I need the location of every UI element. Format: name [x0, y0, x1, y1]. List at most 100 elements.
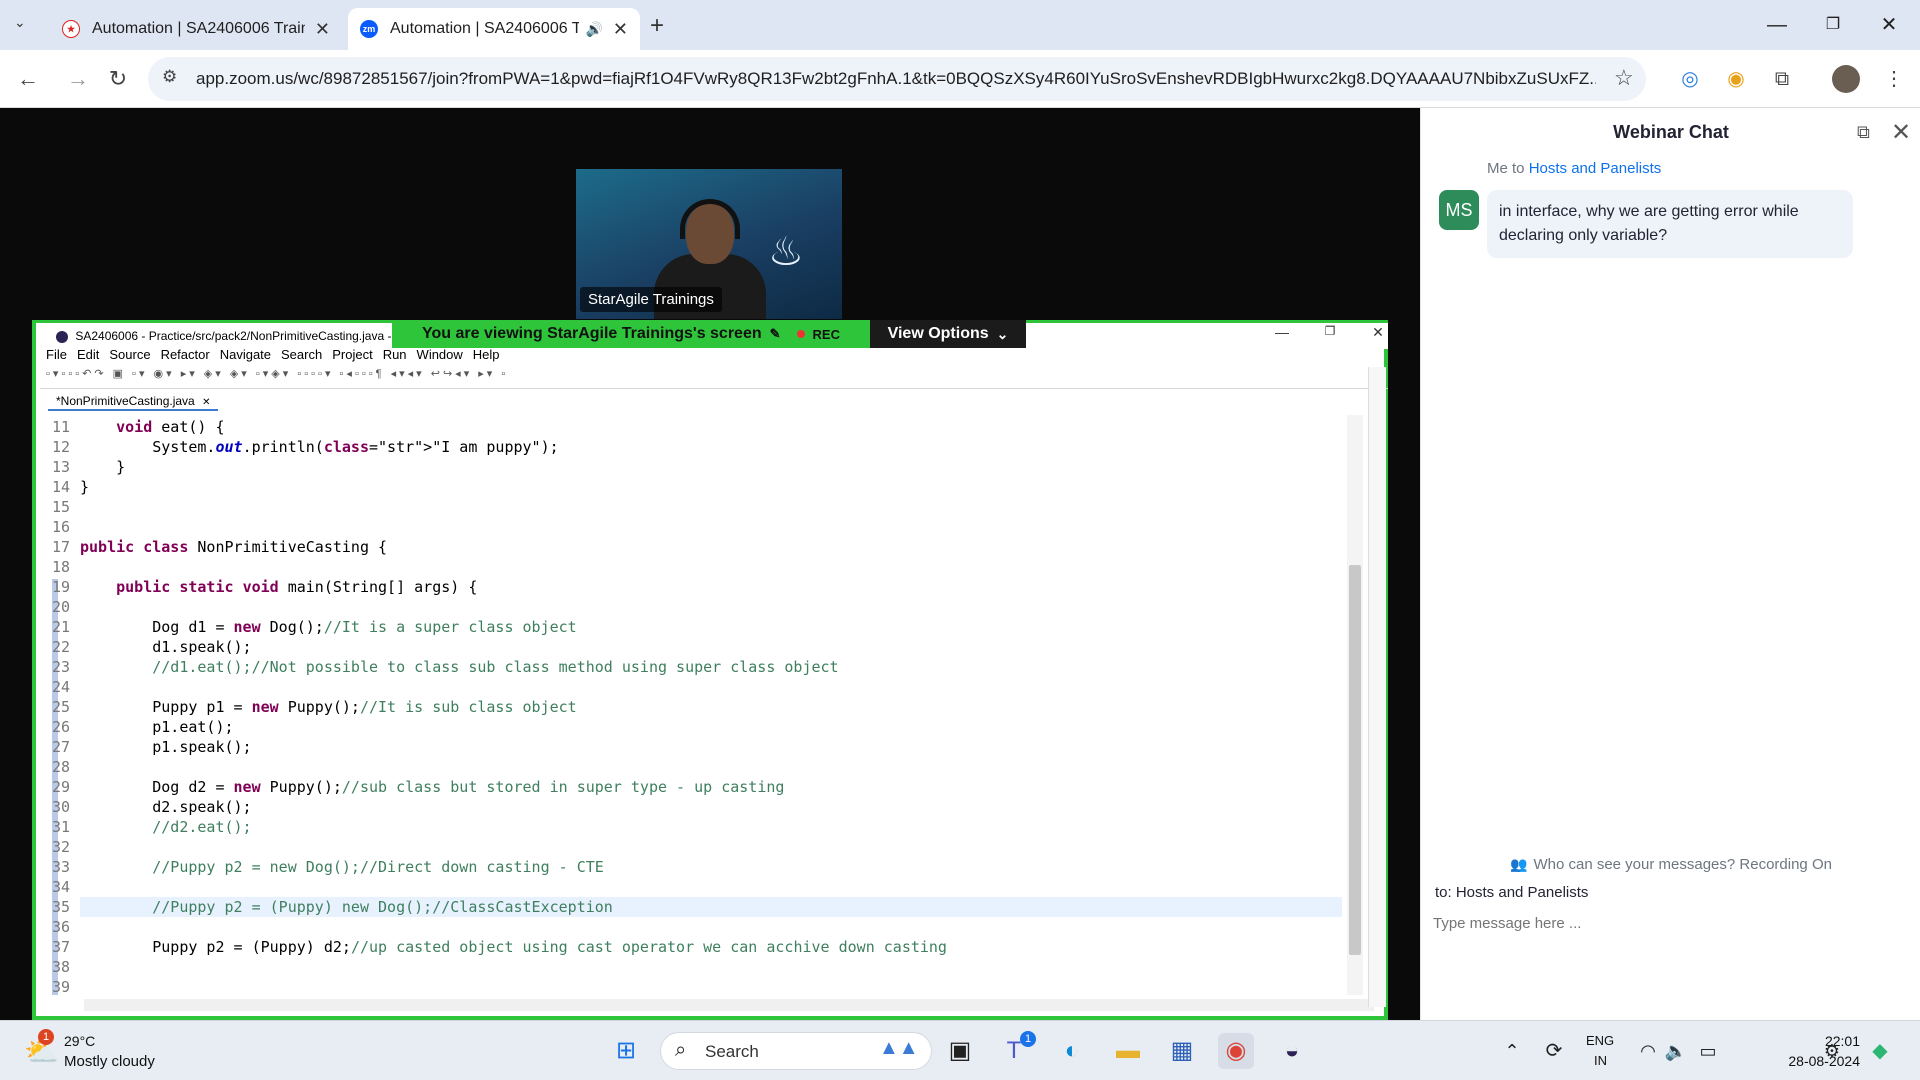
code-line[interactable]: 33 //Puppy p2 = new Dog();//Direct down … [40, 857, 604, 877]
browser-tab-1[interactable]: ★ Automation | SA2406006 Traini ✕ [50, 8, 342, 50]
code-line[interactable]: 20 [40, 597, 80, 617]
close-tab-icon[interactable]: ✕ [315, 19, 330, 40]
tray-chevron-icon[interactable]: ⌃ [1494, 1033, 1530, 1069]
edge-icon[interactable]: ◐ [1054, 1033, 1090, 1069]
battery-icon[interactable]: ▭ [1690, 1033, 1726, 1069]
task-view-icon[interactable]: ▣ [942, 1033, 978, 1069]
code-editor[interactable]: 11 void eat() {12 System.out.println(cla… [40, 415, 1350, 995]
minimize-window-icon[interactable]: — [1754, 8, 1800, 42]
taskbar-search[interactable]: ⌕ Search ▲▲ [660, 1032, 932, 1070]
extension-gauge-icon[interactable]: ◉ [1722, 65, 1750, 93]
editor-vertical-scrollbar[interactable] [1347, 415, 1363, 995]
chrome-icon[interactable]: ◉ [1218, 1033, 1254, 1069]
sync-icon[interactable]: ⟳ [1536, 1033, 1572, 1069]
code-line[interactable]: 13 } [40, 457, 125, 477]
eclipse-maximize-icon[interactable]: ❐ [1310, 324, 1350, 346]
code-line[interactable]: 17 public class NonPrimitiveCasting { [40, 537, 387, 557]
profile-avatar[interactable] [1832, 65, 1860, 93]
code-line[interactable]: 11 void eat() { [40, 417, 225, 437]
forward-arrow-icon[interactable]: → [62, 63, 94, 95]
code-line[interactable]: 26 p1.eat(); [40, 717, 234, 737]
chat-to-selector[interactable]: to: Hosts and Panelists [1435, 884, 1588, 901]
volume-icon[interactable]: 🔈 [1658, 1033, 1694, 1069]
code-line[interactable]: 12 System.out.println(class="str">"I am … [40, 437, 559, 457]
menu-run[interactable]: Run [383, 347, 407, 367]
close-tab-icon[interactable]: ✕ [613, 19, 628, 40]
menu-file[interactable]: File [46, 347, 67, 367]
code-line[interactable]: 22 d1.speak(); [40, 637, 252, 657]
chat-close-icon[interactable]: ✕ [1891, 118, 1911, 147]
close-window-icon[interactable]: ✕ [1866, 8, 1912, 42]
scrollbar-thumb[interactable] [1349, 565, 1361, 955]
menu-project[interactable]: Project [332, 347, 372, 367]
code-line[interactable]: 30 d2.speak(); [40, 797, 252, 817]
extension-icon[interactable]: ◎ [1676, 65, 1704, 93]
code-line[interactable]: 37 Puppy p2 = (Puppy) d2;//up casted obj… [40, 937, 947, 957]
code-line[interactable]: 29 Dog d2 = new Puppy();//sub class but … [40, 777, 784, 797]
code-line[interactable]: 23 //d1.eat();//Not possible to class su… [40, 657, 839, 677]
code-line[interactable]: 35 //Puppy p2 = (Puppy) new Dog();//Clas… [40, 897, 613, 917]
view-options-button[interactable]: View Options ⌄ [870, 320, 1026, 348]
editor-tab[interactable]: *NonPrimitiveCasting.java ✕ [48, 391, 219, 411]
code-line[interactable]: 19 public static void main(String[] args… [40, 577, 477, 597]
code-line[interactable]: 15 [40, 497, 80, 517]
code-line[interactable]: 27 p1.speak(); [40, 737, 252, 757]
line-number: 14 [51, 478, 70, 496]
line-code: Puppy p1 = new Puppy();//It is sub class… [80, 698, 577, 716]
presenter-video[interactable]: ♨ StarAgile Trainings [576, 169, 842, 319]
omnibox[interactable]: ⚙ app.zoom.us/wc/89872851567/join?fromPW… [148, 57, 1646, 101]
menu-edit[interactable]: Edit [77, 347, 99, 367]
editor-horizontal-scrollbar[interactable] [84, 999, 1374, 1011]
code-line[interactable]: 21 Dog d1 = new Dog();//It is a super cl… [40, 617, 577, 637]
menu-window[interactable]: Window [417, 347, 463, 367]
new-tab-plus-icon[interactable]: + [650, 12, 664, 40]
region-label[interactable]: IN [1594, 1053, 1607, 1068]
code-line[interactable]: 36 [40, 917, 80, 937]
reload-icon[interactable]: ↻ [102, 63, 134, 95]
file-explorer-icon[interactable]: ▬ [1110, 1033, 1146, 1069]
code-line[interactable]: 28 [40, 757, 80, 777]
browser-menu-icon[interactable]: ⋮ [1880, 65, 1908, 93]
copilot-icon[interactable]: ◆ [1862, 1033, 1898, 1069]
store-icon[interactable]: ▦ [1164, 1033, 1200, 1069]
start-windows-icon[interactable]: ⊞ [608, 1033, 644, 1069]
code-line[interactable]: 14} [40, 477, 89, 497]
editor-tab-close-icon[interactable]: ✕ [202, 397, 210, 408]
code-line[interactable]: 18 [40, 557, 80, 577]
extensions-puzzle-icon[interactable]: ⧉ [1768, 65, 1796, 93]
tab-search-chevron-icon[interactable]: ⌄ [14, 14, 26, 31]
eclipse-side-toolbar[interactable] [1368, 367, 1386, 1007]
bookmark-star-icon[interactable]: ☆ [1614, 65, 1634, 91]
menu-help[interactable]: Help [473, 347, 500, 367]
weather-description[interactable]: Mostly cloudy [64, 1053, 155, 1070]
site-info-icon[interactable]: ⚙ [162, 67, 177, 87]
url-text[interactable]: app.zoom.us/wc/89872851567/join?fromPWA=… [196, 69, 1596, 89]
eclipse-close-icon[interactable]: ✕ [1358, 324, 1398, 346]
visibility-note[interactable]: 👥 Who can see your messages? Recording On [1421, 856, 1920, 873]
restore-window-icon[interactable]: ❐ [1810, 8, 1856, 42]
back-arrow-icon[interactable]: ← [12, 63, 44, 95]
popout-icon[interactable]: ⧉ [1857, 122, 1870, 143]
browser-tab-2[interactable]: zm Automation | SA2406006 Tr 🔊 ✕ [348, 8, 640, 50]
line-number: 27 [51, 738, 70, 756]
menu-refactor[interactable]: Refactor [161, 347, 210, 367]
chat-message-input[interactable] [1433, 908, 1903, 938]
code-line[interactable]: 32 [40, 837, 80, 857]
weather-temperature[interactable]: 29°C [64, 1033, 95, 1049]
code-line[interactable]: 24 [40, 677, 80, 697]
code-line[interactable]: 16 [40, 517, 80, 537]
code-line[interactable]: 38 [40, 957, 80, 977]
code-line[interactable]: 39 [40, 977, 80, 995]
menu-search[interactable]: Search [281, 347, 322, 367]
language-label[interactable]: ENG [1586, 1033, 1614, 1048]
code-line[interactable]: 25 Puppy p1 = new Puppy();//It is sub cl… [40, 697, 577, 717]
code-line[interactable]: 31 //d2.eat(); [40, 817, 252, 837]
recipient-link[interactable]: Hosts and Panelists [1529, 160, 1662, 177]
eclipse-minimize-icon[interactable]: — [1262, 324, 1302, 346]
code-line[interactable]: 34 [40, 877, 80, 897]
menu-source[interactable]: Source [109, 347, 150, 367]
eclipse-toolbar[interactable]: ▫▾▫▫▫↶↷ ▣ ▫▾ ◉▾ ▸▾ ◈▾ ◈▾ ▫▾◈▾ ▫▫▫▫▾ ▫◂▫▫… [40, 367, 1388, 389]
notifications-icon[interactable]: ⚙ [1814, 1033, 1850, 1069]
eclipse-icon[interactable]: ◒ [1274, 1033, 1310, 1069]
menu-navigate[interactable]: Navigate [220, 347, 271, 367]
